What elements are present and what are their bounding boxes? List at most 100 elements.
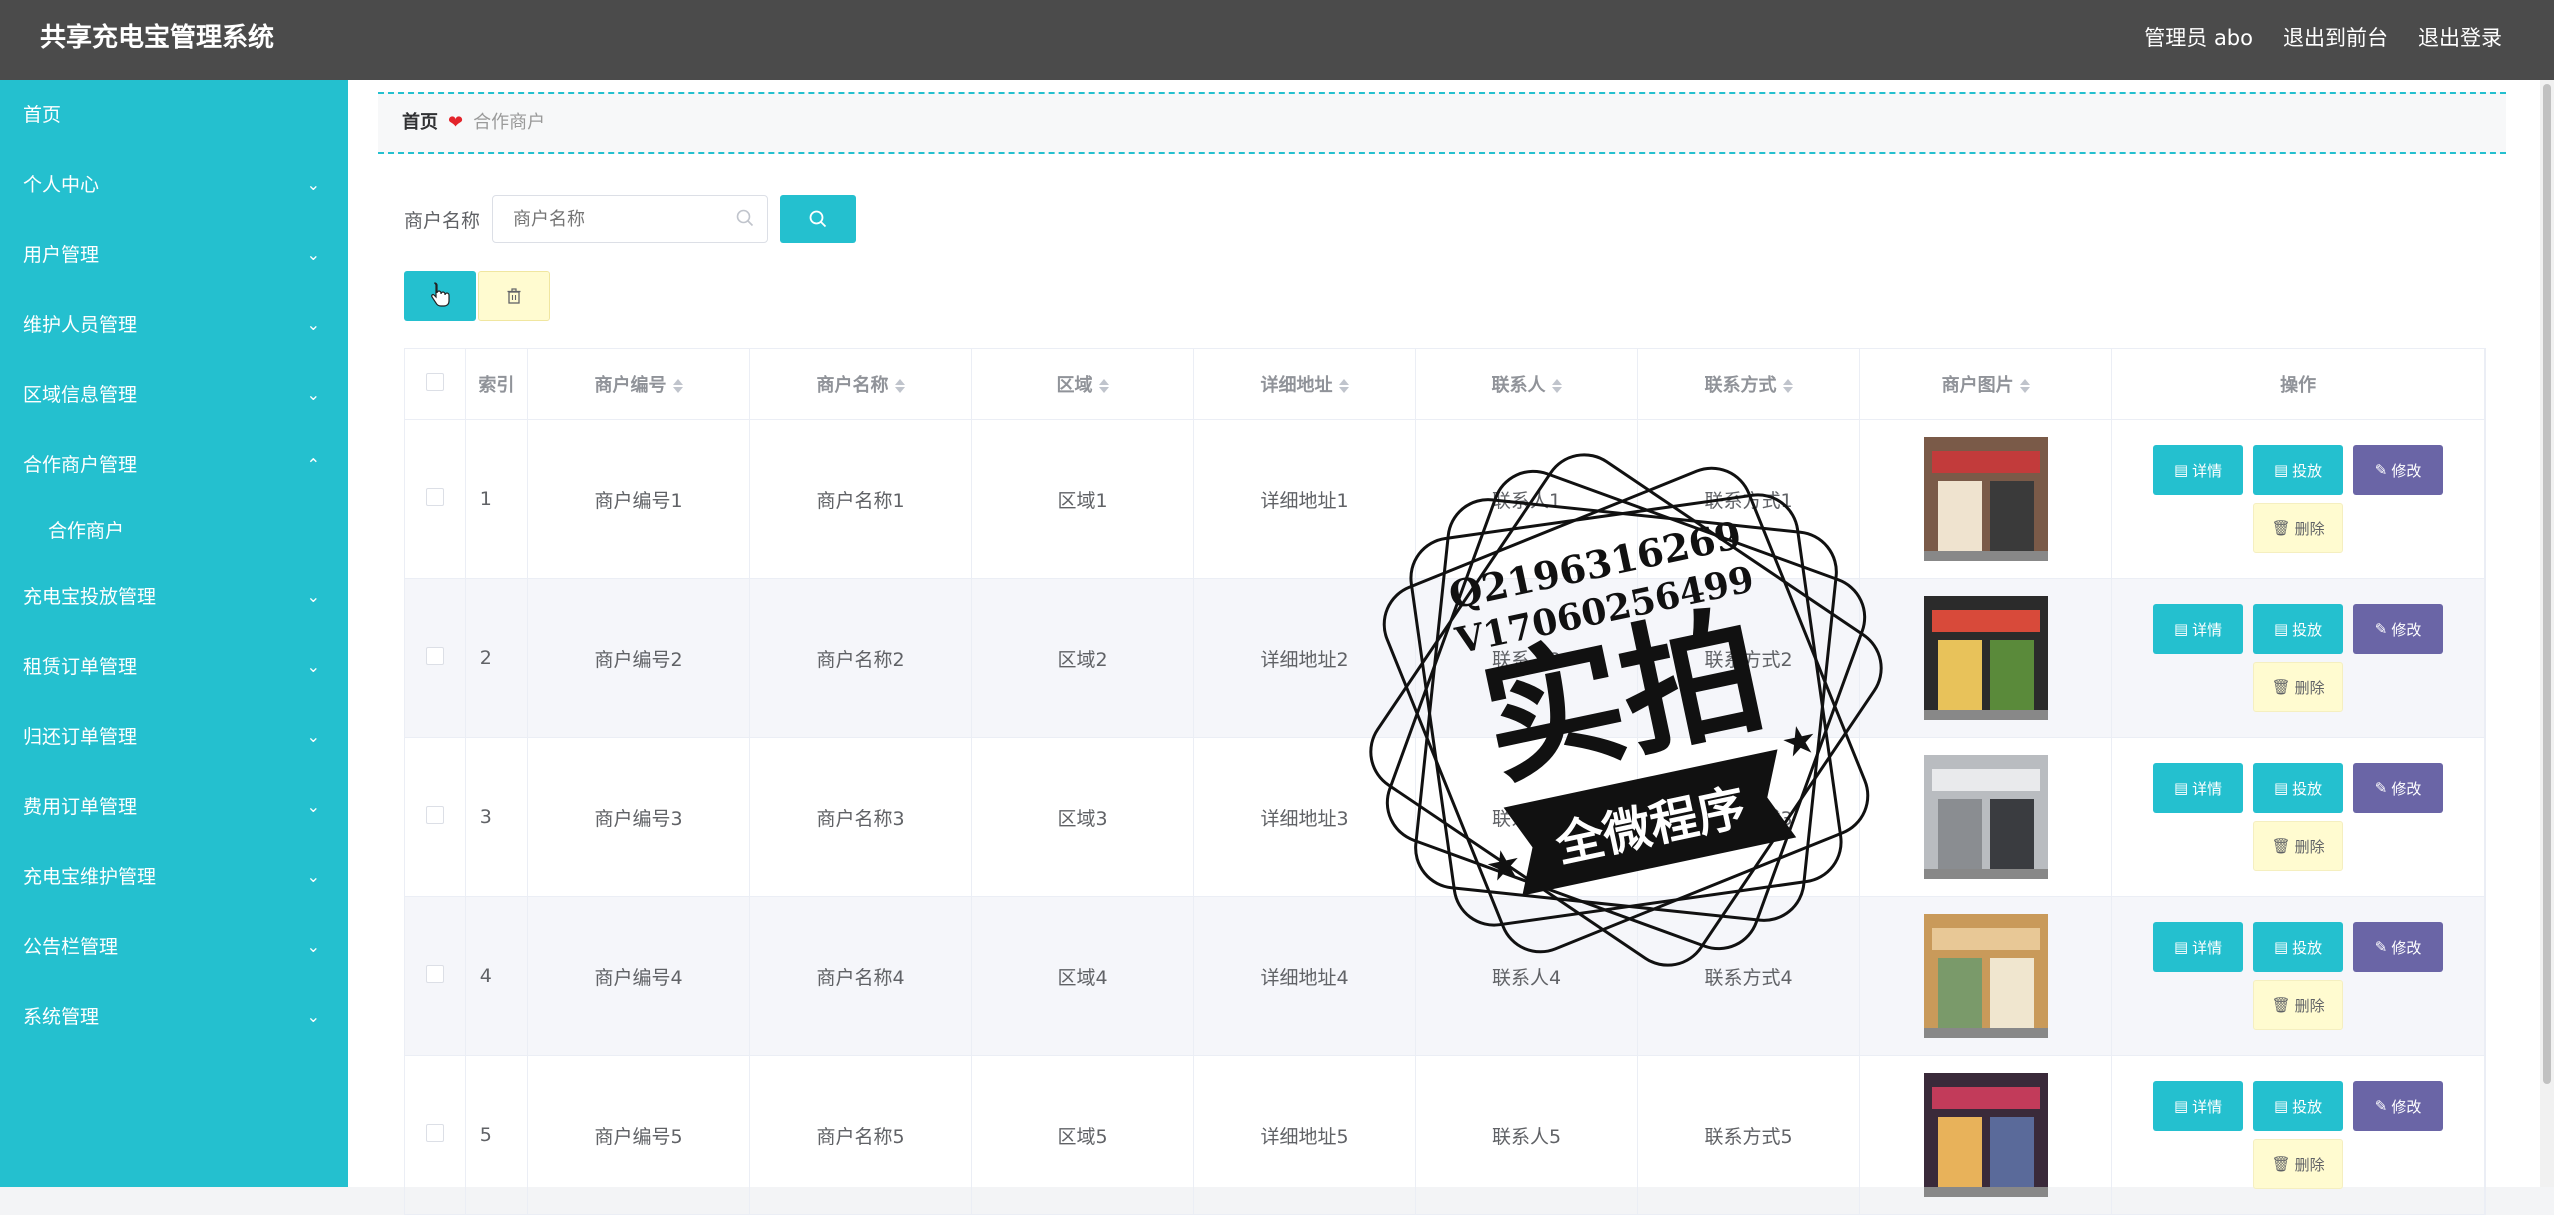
merchant-image[interactable] (1923, 1073, 2048, 1197)
col-image[interactable]: 商户图片 (1859, 349, 2113, 420)
col-contact[interactable]: 联系人 (1415, 349, 1639, 420)
deploy-button[interactable]: ▤ 投放 (2253, 922, 2344, 972)
sort-icon[interactable] (1338, 379, 1349, 393)
delete-button[interactable]: 🗑 删除 (2253, 503, 2344, 553)
merchant-image[interactable] (1923, 914, 2048, 1038)
ops-row2: 🗑 删除 (2148, 980, 2448, 1030)
document-icon: ▤ (2173, 461, 2189, 479)
delete-button[interactable]: 🗑 删除 (2253, 662, 2344, 712)
row-checkbox[interactable] (425, 805, 444, 824)
sidebar-item-powerbank-deploy[interactable]: 充电宝投放管理 ⌄ (0, 562, 348, 632)
sidebar: 首页 个人中心 ⌄ 用户管理 ⌄ 维护人员管理 ⌄ 区域信息管理 ⌄ 合作商户管理 ⌃ 合… (0, 80, 348, 1187)
col-name[interactable]: 商户名称 (749, 349, 973, 420)
scrollbar-thumb[interactable] (2543, 84, 2551, 1084)
main-content: 首页 ❤ 合作商户 商户名称 索引 (348, 80, 2554, 1215)
sidebar-item-return-orders[interactable]: 归还订单管理 ⌄ (0, 702, 348, 772)
edit-button[interactable]: ✎ 修改 (2353, 922, 2444, 972)
sidebar-item-fee-orders[interactable]: 费用订单管理 ⌄ (0, 772, 348, 842)
detail-button[interactable]: ▤ 详情 (2153, 1081, 2244, 1131)
edit-button[interactable]: ✎ 修改 (2353, 1081, 2444, 1131)
sort-icon[interactable] (1551, 379, 1562, 393)
sidebar-item-rental-orders[interactable]: 租赁订单管理 ⌄ (0, 632, 348, 702)
detail-button[interactable]: ▤ 详情 (2153, 922, 2244, 972)
detail-button[interactable]: ▤ 详情 (2153, 445, 2244, 495)
sidebar-item-powerbank-maintenance[interactable]: 充电宝维护管理 ⌄ (0, 842, 348, 912)
top-bar: 共享充电宝管理系统 管理员 abo 退出到前台 退出登录 (0, 0, 2554, 80)
admin-label[interactable]: 管理员 abo (2144, 20, 2253, 56)
sidebar-item-merchant-management[interactable]: 合作商户管理 ⌃ (0, 430, 348, 500)
trash-icon: 🗑 (2271, 1155, 2291, 1173)
batch-delete-button[interactable] (478, 271, 550, 321)
detail-button[interactable]: ▤ 详情 (2153, 763, 2244, 813)
deploy-button[interactable]: ▤ 投放 (2253, 1081, 2344, 1131)
detail-button[interactable]: ▤ 详情 (2153, 604, 2244, 654)
merchant-image[interactable] (1923, 596, 2048, 720)
row-checkbox[interactable] (425, 487, 444, 506)
sidebar-item-system[interactable]: 系统管理 ⌄ (0, 982, 348, 1052)
document-icon: ▤ (2273, 461, 2289, 479)
sort-icon[interactable] (2019, 379, 2030, 393)
detail-label: 详情 (2192, 938, 2223, 957)
sidebar-item-label: 合作商户管理 (23, 454, 138, 476)
delete-button[interactable]: 🗑 删除 (2253, 1139, 2344, 1189)
search-button[interactable] (780, 195, 857, 243)
sidebar-item-maintainer-management[interactable]: 维护人员管理 ⌄ (0, 290, 348, 360)
edit-button[interactable]: ✎ 修改 (2353, 445, 2444, 495)
sidebar-item-region-management[interactable]: 区域信息管理 ⌄ (0, 360, 348, 430)
cell-address: 详细地址3 (1193, 737, 1417, 897)
deploy-button[interactable]: ▤ 投放 (2253, 604, 2344, 654)
col-region[interactable]: 区域 (971, 349, 1195, 420)
vertical-scrollbar[interactable] (2540, 80, 2554, 1187)
merchant-image[interactable] (1923, 437, 2048, 561)
add-button[interactable] (404, 271, 476, 321)
breadcrumb: 首页 ❤ 合作商户 (378, 92, 2506, 154)
deploy-button[interactable]: ▤ 投放 (2253, 763, 2344, 813)
cell-contact: 联系人2 (1415, 578, 1639, 738)
sidebar-item-personal-center[interactable]: 个人中心 ⌄ (0, 150, 348, 220)
top-actions: 管理员 abo 退出到前台 退出登录 (2144, 20, 2502, 56)
edit-button[interactable]: ✎ 修改 (2353, 604, 2444, 654)
edit-button[interactable]: ✎ 修改 (2353, 763, 2444, 813)
sort-icon[interactable] (1098, 379, 1109, 393)
deploy-button[interactable]: ▤ 投放 (2253, 445, 2344, 495)
sort-icon[interactable] (894, 379, 905, 393)
sidebar-item-label: 维护人员管理 (23, 314, 138, 336)
ops-row2: 🗑 删除 (2148, 821, 2448, 871)
row-checkbox[interactable] (425, 964, 444, 983)
delete-button[interactable]: 🗑 删除 (2253, 821, 2344, 871)
col-code[interactable]: 商户编号 (527, 349, 751, 420)
cell-code: 商户编号3 (527, 737, 751, 897)
logout-link[interactable]: 退出登录 (2418, 20, 2502, 56)
sidebar-item-home[interactable]: 首页 (0, 80, 348, 150)
sort-icon[interactable] (1782, 379, 1793, 393)
cell-code: 商户编号5 (527, 1055, 751, 1215)
exit-to-front-link[interactable]: 退出到前台 (2283, 20, 2388, 56)
delete-button[interactable]: 🗑 删除 (2253, 980, 2344, 1030)
deploy-label: 投放 (2292, 1097, 2323, 1116)
search-input[interactable] (511, 196, 736, 242)
select-all-checkbox[interactable] (425, 372, 444, 391)
breadcrumb-home[interactable]: 首页 (402, 112, 438, 133)
cell-contact: 联系人3 (1415, 737, 1639, 897)
chevron-down-icon: ⌄ (306, 175, 320, 194)
sidebar-item-bulletin[interactable]: 公告栏管理 ⌄ (0, 912, 348, 982)
row-select-cell (405, 1055, 466, 1215)
select-all-cell (405, 349, 466, 420)
edit-label: 修改 (2391, 461, 2422, 480)
col-phone[interactable]: 联系方式 (1637, 349, 1861, 420)
row-checkbox[interactable] (425, 646, 444, 665)
cell-region: 区域1 (971, 419, 1195, 579)
cell-name: 商户名称5 (749, 1055, 973, 1215)
merchant-image[interactable] (1923, 755, 2048, 879)
col-index: 索引 (465, 349, 529, 420)
col-address[interactable]: 详细地址 (1193, 349, 1417, 420)
sort-icon[interactable] (672, 379, 683, 393)
cell-contact: 联系人5 (1415, 1055, 1639, 1215)
sidebar-item-merchant[interactable]: 合作商户 (0, 500, 348, 562)
row-checkbox[interactable] (425, 1123, 444, 1142)
cell-image (1859, 737, 2113, 897)
pencil-icon: ✎ (2374, 461, 2388, 479)
table-row: 3 商户编号3 商户名称3 区域3 详细地址3 联系人3 联系方式3 ▤ 详情 ▤ 投放 ✎ 修改 🗑 删除 (405, 737, 2485, 897)
sidebar-item-user-management[interactable]: 用户管理 ⌄ (0, 220, 348, 290)
deploy-label: 投放 (2292, 938, 2323, 957)
